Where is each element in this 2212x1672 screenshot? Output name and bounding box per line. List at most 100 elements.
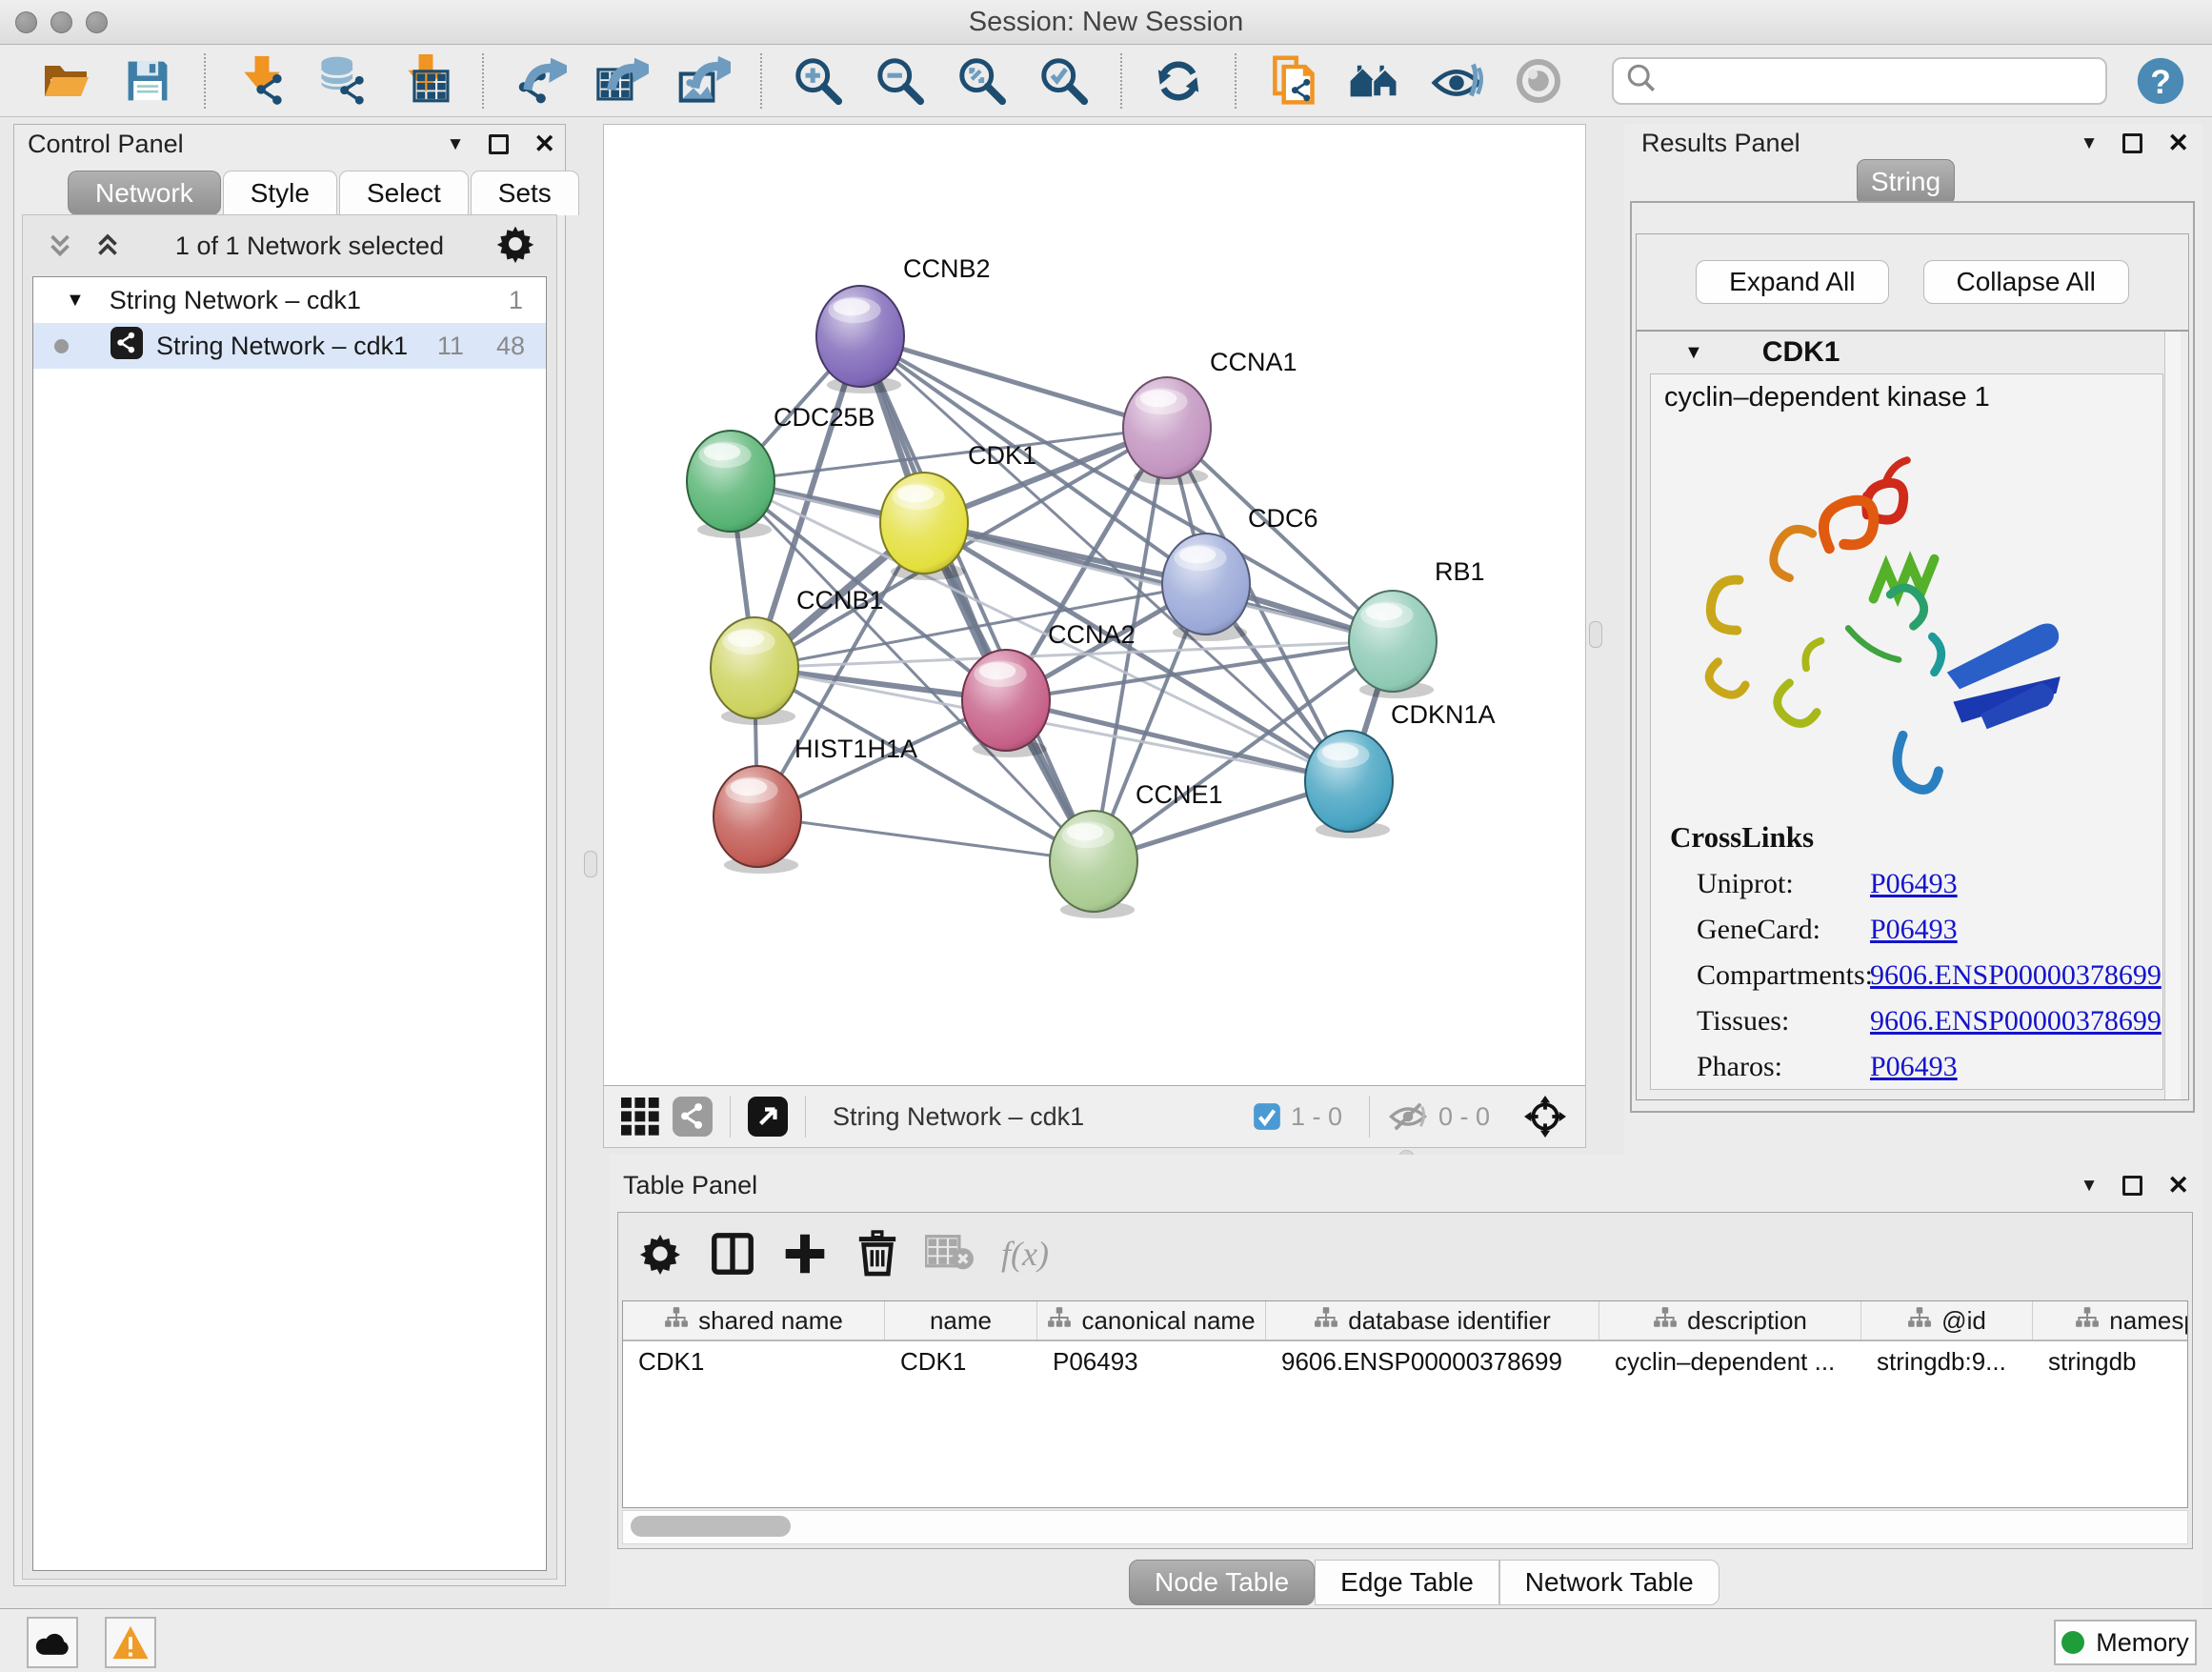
column-header-shared-name[interactable]: shared name xyxy=(623,1301,885,1340)
toolbar-separator xyxy=(760,53,762,109)
crosslink-link[interactable]: P06493 xyxy=(1870,868,1958,900)
export-table-icon[interactable] xyxy=(594,53,650,109)
panel-collapse-icon[interactable]: ▼ xyxy=(447,135,465,153)
node-table-container: f(x) shared namenamecanonical namedataba… xyxy=(617,1212,2193,1549)
table-add-icon[interactable] xyxy=(776,1225,834,1282)
import-network-database-icon[interactable] xyxy=(316,53,372,109)
crosslink-link[interactable]: 9606.ENSP00000378699 xyxy=(1870,1005,2162,1037)
tab-style[interactable]: Style xyxy=(223,171,337,215)
tab-sets[interactable]: Sets xyxy=(471,171,579,215)
open-in-new-icon[interactable] xyxy=(748,1097,788,1137)
svg-text:CDK1: CDK1 xyxy=(968,441,1036,470)
search-input[interactable] xyxy=(1658,65,2094,96)
expand-all-networks-icon[interactable] xyxy=(91,230,124,262)
left-splitter-grip[interactable] xyxy=(584,851,597,877)
cloud-button[interactable] xyxy=(27,1617,78,1668)
node-table[interactable]: shared namenamecanonical namedatabase id… xyxy=(622,1300,2188,1508)
home-overview-icon[interactable] xyxy=(1347,53,1402,109)
table-hscrollbar-thumb[interactable] xyxy=(631,1516,791,1537)
table-delete-icon[interactable] xyxy=(849,1225,906,1282)
panel-maximize-icon[interactable] xyxy=(2122,1176,2142,1196)
table-fx-icon[interactable]: f(x) xyxy=(994,1225,1051,1282)
panel-close-icon[interactable]: ✕ xyxy=(2167,1173,2189,1199)
zoom-out-icon[interactable] xyxy=(873,53,928,109)
search-box[interactable] xyxy=(1612,57,2107,105)
crosslink-link[interactable]: P06493 xyxy=(1870,914,1958,946)
tree-expander-icon[interactable]: ▼ xyxy=(66,290,85,312)
column-header-@id[interactable]: @id xyxy=(1861,1301,2033,1340)
crosslink-link[interactable]: 9606.ENSP00000378699 xyxy=(1870,959,2162,992)
table-columns-icon[interactable] xyxy=(704,1225,761,1282)
network-node-CDKN1A: CDKN1A xyxy=(1305,700,1496,838)
zoom-in-icon[interactable] xyxy=(791,53,846,109)
save-session-icon[interactable] xyxy=(120,53,175,109)
toolbar-separator xyxy=(1235,53,1237,109)
network-view-panel[interactable]: CCNB2 CCNA1 CDC25B CDK1 xyxy=(603,124,1586,1148)
table-clear-icon[interactable] xyxy=(921,1225,978,1282)
panel-collapse-icon[interactable]: ▼ xyxy=(2081,134,2099,152)
control-panel: Control Panel ▼ ✕ NetworkStyleSelectSets… xyxy=(13,124,566,1586)
panel-maximize-icon[interactable] xyxy=(2122,133,2142,153)
zoom-fit-icon[interactable] xyxy=(955,53,1010,109)
panel-collapse-icon[interactable]: ▼ xyxy=(2081,1177,2099,1195)
open-file-icon[interactable] xyxy=(38,53,93,109)
tab-edge-table[interactable]: Edge Table xyxy=(1315,1560,1499,1605)
birdseye-grid-icon[interactable] xyxy=(621,1098,659,1136)
hide-eye-icon[interactable] xyxy=(1429,53,1484,109)
hidden-eye-icon[interactable] xyxy=(1387,1099,1429,1134)
column-header-description[interactable]: description xyxy=(1599,1301,1861,1340)
right-splitter-grip[interactable] xyxy=(1589,621,1602,648)
tab-node-table[interactable]: Node Table xyxy=(1129,1560,1315,1605)
import-network-file-icon[interactable] xyxy=(234,53,290,109)
warning-button[interactable] xyxy=(105,1617,156,1668)
table-cell: stringdb xyxy=(2033,1347,2188,1377)
gene-expander-icon[interactable]: ▼ xyxy=(1684,342,1703,364)
collapse-all-button[interactable]: Collapse All xyxy=(1923,260,2129,304)
results-scrollbar[interactable] xyxy=(2164,332,2181,1099)
control-panel-title: Control Panel xyxy=(28,130,184,159)
expand-all-button[interactable]: Expand All xyxy=(1696,260,1888,304)
table-gear-icon[interactable] xyxy=(632,1225,689,1282)
svg-text:RB1: RB1 xyxy=(1435,557,1485,586)
tab-string[interactable]: String xyxy=(1857,159,1955,205)
column-header-namespace[interactable]: namespace xyxy=(2033,1301,2188,1340)
gray-eye-icon[interactable] xyxy=(1511,53,1566,109)
table-cell: CDK1 xyxy=(623,1347,885,1377)
svg-text:CDC25B: CDC25B xyxy=(774,403,875,432)
panel-close-icon[interactable]: ✕ xyxy=(2167,131,2189,156)
crosslink-label: Uniprot: xyxy=(1697,868,1870,900)
network-collection-label: String Network – cdk1 xyxy=(110,286,361,315)
network-options-gear-icon[interactable] xyxy=(495,224,535,269)
collapse-all-networks-icon[interactable] xyxy=(44,230,76,262)
network-share-badge-icon[interactable] xyxy=(673,1097,713,1137)
crosslink-link[interactable]: P06493 xyxy=(1870,1051,1958,1083)
help-button[interactable]: ? xyxy=(2136,56,2185,106)
table-row[interactable]: CDK1CDK1P064939606.ENSP00000378699cyclin… xyxy=(623,1341,2188,1381)
tab-select[interactable]: Select xyxy=(339,171,469,215)
network-canvas[interactable]: CCNB2 CCNA1 CDC25B CDK1 xyxy=(604,125,1583,1084)
network-collection-row[interactable]: ▼ String Network – cdk1 1 xyxy=(33,277,546,323)
export-network-icon[interactable] xyxy=(513,53,568,109)
panel-maximize-icon[interactable] xyxy=(489,134,509,154)
selected-checkbox-icon[interactable] xyxy=(1253,1102,1281,1131)
tab-network[interactable]: Network xyxy=(68,171,221,215)
column-header-name[interactable]: name xyxy=(885,1301,1037,1340)
crosslink-row: Pharos:P06493 xyxy=(1651,1051,2162,1083)
column-header-database-identifier[interactable]: database identifier xyxy=(1266,1301,1599,1340)
gene-section-header[interactable]: ▼ CDK1 xyxy=(1637,332,2188,373)
tab-network-table[interactable]: Network Table xyxy=(1499,1560,1719,1605)
network-row[interactable]: String Network – cdk1 11 48 xyxy=(33,323,546,369)
import-table-file-icon[interactable] xyxy=(398,53,453,109)
duplicate-network-icon[interactable] xyxy=(1265,53,1320,109)
refresh-layout-icon[interactable] xyxy=(1151,53,1206,109)
memory-button[interactable]: Memory xyxy=(2054,1620,2197,1665)
table-cell: cyclin–dependent ... xyxy=(1599,1347,1861,1377)
table-hscrollbar[interactable] xyxy=(622,1510,2188,1544)
svg-text:CCNA2: CCNA2 xyxy=(1048,620,1136,649)
export-image-icon[interactable] xyxy=(676,53,732,109)
column-header-canonical-name[interactable]: canonical name xyxy=(1037,1301,1266,1340)
panel-close-icon[interactable]: ✕ xyxy=(533,131,555,157)
sitemap-icon xyxy=(1653,1306,1678,1336)
zoom-selected-icon[interactable] xyxy=(1036,53,1092,109)
pan-crosshair-icon[interactable] xyxy=(1524,1096,1566,1138)
